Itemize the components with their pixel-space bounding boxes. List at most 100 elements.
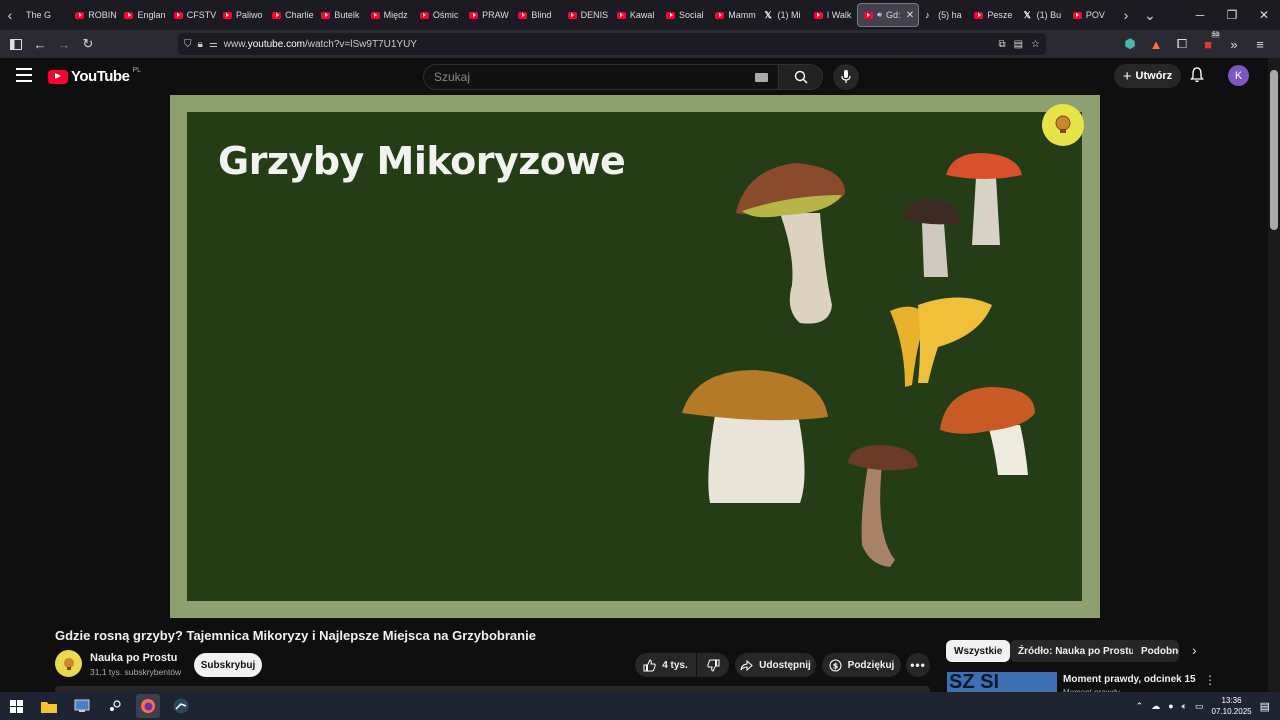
browser-tab[interactable]: DENIS — [562, 3, 611, 27]
chip-source[interactable]: Źródło: Nauka po Prostu — [1010, 640, 1143, 662]
browser-tab[interactable]: ROBIN — [69, 3, 118, 27]
create-button[interactable]: + Utwórz — [1114, 64, 1181, 88]
tray-expand-icon[interactable]: ⌃ — [1136, 701, 1144, 712]
steam-icon[interactable] — [103, 694, 127, 718]
youtube-header: YouTube PL Szukaj + Utwórz K — [0, 58, 1268, 95]
chip-all[interactable]: Wszystkie — [946, 640, 1011, 662]
browser-tab[interactable]: The G — [20, 3, 69, 27]
overflow-menu-icon[interactable]: » — [1222, 32, 1246, 56]
network-monitor-icon[interactable] — [70, 694, 94, 718]
notifications-icon[interactable]: ▤ — [1260, 700, 1270, 713]
minimize-icon[interactable]: ─ — [1184, 0, 1216, 30]
browser-tab[interactable]: Charlie — [266, 3, 315, 27]
birch-bolete-mushroom — [903, 199, 960, 277]
browser-tab[interactable]: Butelk — [315, 3, 364, 27]
youtube-favicon-icon — [173, 11, 183, 19]
thanks-button[interactable]: $ Podziękuj — [822, 653, 901, 677]
url-bar[interactable]: ⛉ 🔒︎ ⚌ www.youtube.com/watch?v=lSw9T7U1Y… — [178, 33, 1046, 55]
browser-tab[interactable]: 🔊︎ Gd: ✕ — [856, 3, 920, 27]
recommended-title[interactable]: Moment prawdy, odcinek 15 — [1063, 674, 1196, 685]
more-actions-button[interactable]: ••• — [906, 653, 930, 677]
browser-tab[interactable]: Englan — [118, 3, 167, 27]
restore-icon[interactable]: ❐ — [1216, 0, 1248, 30]
channel-avatar[interactable] — [55, 650, 82, 677]
browser-tab[interactable]: Mamm — [709, 3, 758, 27]
close-window-icon[interactable]: ✕ — [1248, 0, 1280, 30]
like-button[interactable]: 4 tys. — [635, 653, 696, 677]
browser-tab[interactable]: 𝕏 (1) Bu — [1018, 3, 1067, 27]
mic-tray-icon[interactable]: ● — [1168, 701, 1173, 711]
browser-tab[interactable]: PRAW — [463, 3, 512, 27]
tabs-scroll-left-icon[interactable]: ‹ — [0, 0, 20, 30]
chip-similar[interactable]: Podobne — [1133, 640, 1179, 662]
windows-start-icon[interactable] — [4, 694, 28, 718]
tab-list-dropdown-icon[interactable]: ⌄ — [1136, 0, 1164, 30]
dislike-button[interactable] — [697, 653, 729, 677]
chips-next-icon[interactable]: › — [1192, 642, 1197, 658]
thanks-label: Podziękuj — [847, 659, 895, 671]
browser-tab[interactable]: POV — [1067, 3, 1116, 27]
logo-wordmark: YouTube — [71, 68, 130, 85]
share-icon — [740, 659, 753, 671]
recommended-more-icon[interactable]: ⋮ — [1204, 673, 1216, 687]
hamburger-menu-icon[interactable] — [16, 68, 32, 82]
notifications-bell-icon[interactable] — [1190, 67, 1204, 88]
lock-icon[interactable]: 🔒︎ — [198, 39, 203, 50]
browser-tab[interactable]: Paliwo — [217, 3, 266, 27]
youtube-favicon-icon — [518, 11, 528, 19]
video-player[interactable]: Grzyby Mikoryzowe — [170, 95, 1100, 618]
browser-tab[interactable]: CFSTV — [168, 3, 217, 27]
search-button[interactable] — [778, 65, 822, 89]
browser-tab[interactable]: 𝕏 (1) Mi — [759, 3, 808, 27]
browser-tab[interactable]: Kawal — [611, 3, 660, 27]
browser-tab[interactable]: Social — [660, 3, 709, 27]
channel-name[interactable]: Nauka po Prostu — [90, 652, 177, 664]
browser-tab[interactable]: I Walk — [808, 3, 857, 27]
reader-view-icon[interactable]: ▤ — [1014, 39, 1023, 50]
adblock-extension-icon[interactable]: ■ 53 — [1196, 32, 1220, 56]
subscribe-button[interactable]: Subskrybuj — [194, 653, 262, 677]
clock[interactable]: 13:36 07.10.2025 — [1212, 695, 1252, 717]
extensions-puzzle-icon[interactable]: ⧠ — [1170, 32, 1194, 56]
search-input[interactable]: Szukaj — [424, 65, 778, 89]
page-scrollbar[interactable] — [1268, 58, 1280, 692]
reload-icon[interactable]: ↻ — [76, 32, 100, 56]
voice-search-button[interactable] — [833, 64, 859, 90]
close-tab-icon[interactable]: ✕ — [906, 10, 914, 21]
scrollbar-thumb[interactable] — [1270, 70, 1278, 230]
browser-tab[interactable]: Ośmic — [414, 3, 463, 27]
search-placeholder: Szukaj — [434, 70, 471, 84]
bookmark-star-icon[interactable]: ☆ — [1031, 39, 1040, 50]
clock-date: 07.10.2025 — [1211, 707, 1252, 716]
browser-tab[interactable]: Międz — [365, 3, 414, 27]
permissions-icon[interactable]: ⚌ — [209, 39, 218, 50]
channel-watermark-icon[interactable] — [1042, 104, 1084, 146]
display-icon[interactable]: ▭ — [1195, 701, 1204, 712]
shield-icon[interactable]: ⛉ — [184, 39, 192, 50]
recommended-thumbnail[interactable]: SZ SI — [947, 672, 1057, 692]
steam-secondary-icon[interactable] — [169, 694, 193, 718]
picture-in-picture-icon[interactable]: ⧉ — [998, 39, 1005, 50]
vpn-extension-icon[interactable]: ⬢ — [1118, 32, 1142, 56]
back-icon[interactable]: ← — [28, 32, 52, 56]
file-explorer-icon[interactable] — [37, 694, 61, 718]
lightbulb-icon — [63, 657, 74, 670]
tab-audio-icon[interactable]: 🔊︎ — [877, 10, 882, 20]
onedrive-icon[interactable]: ☁ — [1151, 701, 1160, 712]
volume-icon[interactable]: 🔈︎ — [1182, 701, 1187, 712]
keyboard-icon[interactable] — [755, 73, 768, 82]
browser-tab[interactable]: Blind — [512, 3, 561, 27]
youtube-logo[interactable]: YouTube PL — [48, 67, 141, 85]
url-text[interactable]: www.youtube.com/watch?v=lSw9T7U1YUY — [224, 39, 417, 50]
sidebar-toggle-icon[interactable] — [4, 32, 28, 56]
forward-icon[interactable]: → — [52, 32, 76, 56]
app-menu-icon[interactable]: ≡ — [1248, 32, 1272, 56]
browser-tab[interactable]: Pesze — [968, 3, 1017, 27]
browser-tab[interactable]: ♪ (5) ha — [919, 3, 968, 27]
window-controls: ─ ❐ ✕ — [1184, 0, 1280, 30]
tabs-scroll-right-icon[interactable]: › — [1116, 0, 1136, 30]
firefox-icon[interactable] — [136, 694, 160, 718]
fox-extension-icon[interactable]: ▲ — [1144, 32, 1168, 56]
share-button[interactable]: Udostępnij — [735, 653, 816, 677]
account-avatar[interactable]: K — [1228, 65, 1249, 86]
